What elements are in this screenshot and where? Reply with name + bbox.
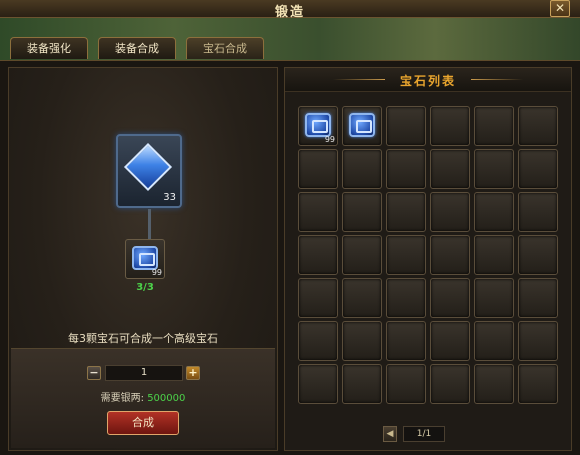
gem-list-title: 宝石列表 [399, 74, 456, 88]
quantity-input[interactable]: 1 [105, 365, 183, 381]
synthesis-hint: 每3颗宝石可合成一个高级宝石 [68, 332, 218, 345]
gem-slot[interactable] [342, 149, 382, 189]
cost-row: 需要银两: 500000 [11, 389, 275, 404]
main-area: 33 99 3/3 每3颗宝石可合成一个高级宝石 − 1 + 需要银两: 500… [0, 60, 580, 455]
blue-square-gem-icon [349, 113, 375, 137]
tab-equipment-enhance[interactable]: 装备强化 [10, 37, 88, 59]
gem-slot[interactable] [430, 321, 470, 361]
page-indicator: 1/1 [403, 426, 445, 442]
gem-slot[interactable]: 99 [298, 106, 338, 146]
gem-slot[interactable] [342, 278, 382, 318]
target-gem-count: 33 [163, 192, 176, 203]
blue-square-gem-icon [305, 113, 331, 137]
tab-gem-synthesis[interactable]: 宝石合成 [186, 37, 264, 59]
blue-square-gem-icon [132, 246, 158, 270]
gem-slot[interactable] [298, 321, 338, 361]
gem-grid: 99 [298, 106, 558, 404]
gem-slot[interactable] [342, 321, 382, 361]
gem-slot[interactable] [474, 149, 514, 189]
quantity-decrease-button[interactable]: − [87, 366, 101, 380]
gem-slot[interactable] [298, 192, 338, 232]
tab-equipment-synthesis[interactable]: 装备合成 [98, 37, 176, 59]
gem-slot[interactable] [298, 364, 338, 404]
gem-slot[interactable] [298, 278, 338, 318]
gem-slot[interactable] [386, 321, 426, 361]
gem-slot[interactable] [518, 321, 558, 361]
gem-slot[interactable] [474, 364, 514, 404]
gem-slot[interactable] [298, 235, 338, 275]
gem-list-panel: 宝石列表 99 ◀ 1/1 [284, 67, 572, 451]
gem-slot[interactable] [386, 235, 426, 275]
gem-slot[interactable] [518, 364, 558, 404]
gem-list-header: 宝石列表 [285, 68, 571, 92]
close-icon: ✕ [554, 1, 566, 15]
gem-slot[interactable] [474, 192, 514, 232]
gem-slot[interactable] [430, 149, 470, 189]
gem-slot[interactable] [342, 235, 382, 275]
synthesis-panel: 33 99 3/3 每3颗宝石可合成一个高级宝石 − 1 + 需要银两: 500… [8, 67, 278, 451]
material-gem-count: 99 [151, 268, 162, 277]
quantity-increase-button[interactable]: + [186, 366, 200, 380]
gem-slot[interactable] [386, 364, 426, 404]
gem-slot[interactable] [518, 235, 558, 275]
craft-controls: − 1 + 需要银两: 500000 合成 [11, 348, 275, 448]
slot-connector [148, 209, 151, 239]
gem-slot[interactable] [430, 106, 470, 146]
header-divider-right [471, 79, 523, 80]
gem-slot[interactable] [518, 278, 558, 318]
gem-slot[interactable] [386, 192, 426, 232]
gem-slot[interactable] [386, 278, 426, 318]
gem-slot[interactable] [386, 149, 426, 189]
gem-slot[interactable] [342, 106, 382, 146]
gem-slot[interactable] [474, 106, 514, 146]
gem-slot[interactable] [430, 235, 470, 275]
gem-slot[interactable] [474, 235, 514, 275]
blue-diamond-gem-icon [123, 142, 173, 192]
gem-slot[interactable] [342, 364, 382, 404]
craft-button[interactable]: 合成 [107, 411, 179, 435]
gem-slot[interactable] [430, 192, 470, 232]
gem-slot[interactable] [518, 106, 558, 146]
gem-slot[interactable] [518, 149, 558, 189]
close-button[interactable]: ✕ [550, 0, 570, 17]
title-bar: 锻造 ✕ [0, 0, 580, 20]
gem-slot[interactable] [342, 192, 382, 232]
gem-slot[interactable] [474, 321, 514, 361]
material-gem-slot[interactable]: 99 [125, 239, 165, 279]
material-progress: 3/3 [136, 282, 154, 293]
gem-slot[interactable] [430, 364, 470, 404]
gem-count: 99 [324, 135, 335, 144]
prev-page-button[interactable]: ◀ [383, 426, 397, 442]
gem-slot[interactable] [474, 278, 514, 318]
tab-strip: 装备强化 装备合成 宝石合成 [0, 18, 580, 64]
cost-value: 500000 [147, 393, 186, 404]
gem-slot[interactable] [518, 192, 558, 232]
gem-slot[interactable] [386, 106, 426, 146]
gem-slot[interactable] [430, 278, 470, 318]
cost-label: 需要银两: [100, 393, 144, 404]
gem-slot[interactable] [298, 149, 338, 189]
target-gem-slot[interactable]: 33 [116, 134, 182, 208]
